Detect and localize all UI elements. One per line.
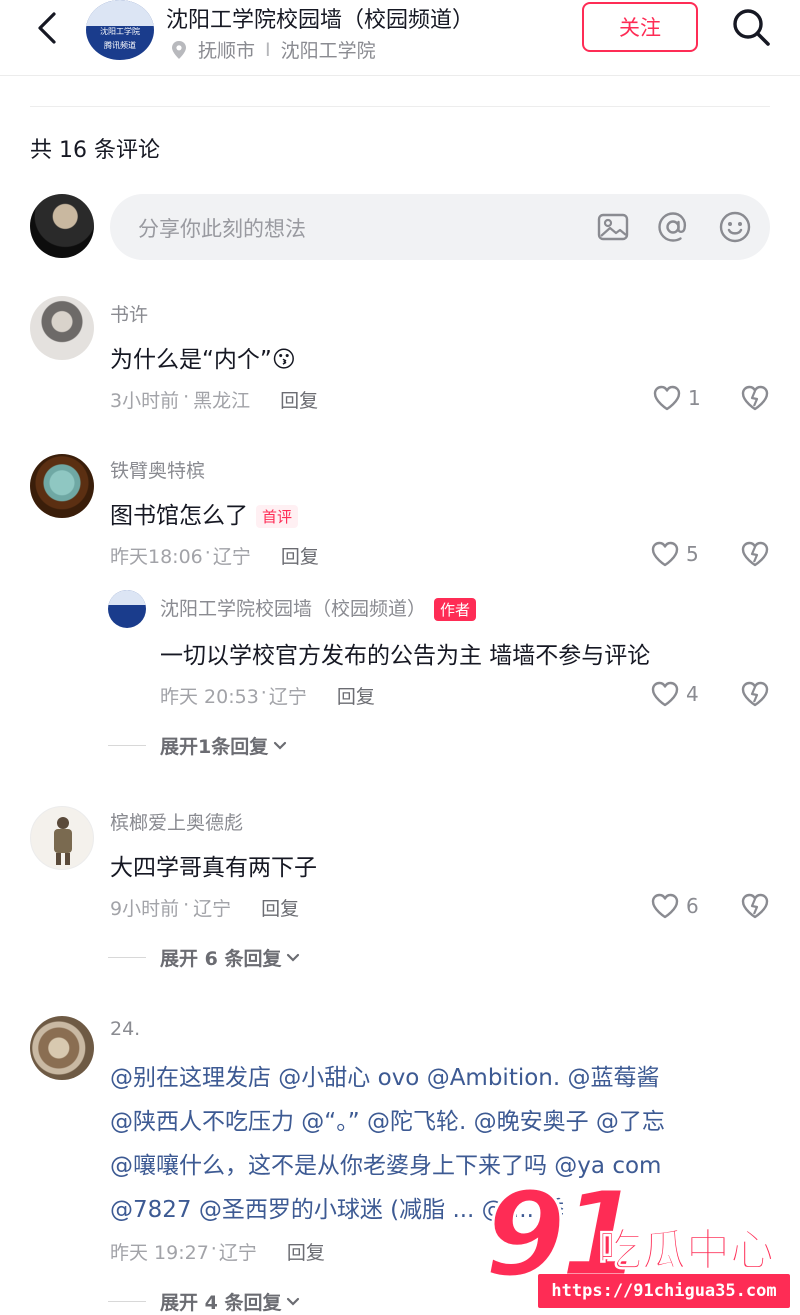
- channel-logo-text: 沈阳工学院: [100, 27, 140, 36]
- meta-dot: ·: [183, 894, 190, 916]
- like-count: 5: [686, 542, 699, 566]
- location-separator: I: [265, 38, 271, 61]
- watermark-url: https://91chigua35.com: [538, 1274, 790, 1308]
- comment-text-body: 为什么是“内个”: [110, 347, 272, 373]
- comment-text: 为什么是“内个”😗: [110, 340, 296, 374]
- location-city: 抚顺市: [198, 40, 256, 62]
- location-school: 沈阳工学院: [280, 40, 376, 62]
- watermark-logo-name: 吃瓜中心: [598, 1225, 775, 1277]
- channel-title[interactable]: 沈阳工学院校园墙（校园频道）: [166, 2, 474, 34]
- meta-dot: ·: [183, 386, 190, 408]
- back-arrow-icon[interactable]: [28, 8, 68, 48]
- heart-icon: [653, 385, 681, 411]
- comment-time: 9小时前: [110, 898, 180, 920]
- meta-dot: ·: [260, 682, 267, 704]
- dislike-icon[interactable]: [740, 384, 770, 412]
- reply-author-name[interactable]: 沈阳工学院校园墙（校园频道） 作者: [160, 594, 477, 621]
- header-bar: 沈阳工学院 腾讯频道 沈阳工学院校园墙（校园频道） 抚顺市 I 沈阳工学院 关注: [0, 0, 800, 76]
- follow-button[interactable]: 关注: [582, 2, 698, 52]
- expand-replies-button[interactable]: 展开 4 条回复: [108, 1288, 301, 1315]
- comments-count: 共 16 条评论: [30, 138, 160, 163]
- comment-time: 3小时前: [110, 390, 180, 412]
- comment-input-placeholder: 分享你此刻的想法: [138, 217, 306, 241]
- comment-region: 辽宁: [193, 898, 232, 920]
- reply-button[interactable]: 回复: [261, 894, 299, 921]
- comment-meta: 9小时前 · 辽宁 回复: [110, 894, 299, 921]
- comment-text: 大四学哥真有两下子: [110, 855, 317, 881]
- reply-author-name-text: 沈阳工学院校园墙（校园频道）: [160, 598, 427, 620]
- like-count: 6: [686, 894, 699, 918]
- channel-location[interactable]: 抚顺市 I 沈阳工学院: [170, 36, 376, 63]
- location-pin-icon: [172, 40, 186, 59]
- like-button[interactable]: 4: [650, 680, 699, 708]
- commenter-name[interactable]: 书许: [110, 300, 148, 327]
- comment-time: 昨天18:06: [110, 546, 203, 568]
- commenter-name[interactable]: 24.: [110, 1018, 140, 1040]
- mention-line[interactable]: @别在这理发店 @小甜心 ovo @Ambition. @蓝莓酱: [110, 1058, 660, 1092]
- divider: [30, 106, 770, 107]
- like-button[interactable]: 1: [652, 384, 701, 412]
- expand-replies-label: 展开1条回复: [160, 736, 269, 758]
- reply-text: 一切以学校官方发布的公告为主 墙墙不参与评论: [160, 643, 651, 669]
- expand-replies-label: 展开 6 条回复: [160, 948, 282, 970]
- comment-meta: 3小时前 · 黑龙江 回复: [110, 386, 318, 413]
- my-avatar[interactable]: [30, 194, 94, 258]
- expand-replies-button[interactable]: 展开1条回复: [108, 732, 288, 759]
- reply-time: 昨天 20:53: [160, 686, 259, 708]
- expand-line: [108, 1301, 146, 1302]
- mention-line[interactable]: @陕西人不吃压力 @“。” @陀飞轮. @晚安奥子 @了忘: [110, 1102, 665, 1136]
- comment-meta: 昨天 19:27 · 辽宁 回复: [110, 1238, 325, 1265]
- first-comment-badge: 首评: [256, 505, 299, 528]
- dislike-icon[interactable]: [740, 892, 770, 920]
- comment-region: 辽宁: [218, 1242, 257, 1264]
- commenter-avatar[interactable]: [30, 296, 94, 360]
- expand-replies-label: 展开 4 条回复: [160, 1292, 282, 1314]
- reply-button[interactable]: 回复: [337, 682, 375, 709]
- like-button[interactable]: 6: [650, 892, 699, 920]
- emoji-icon[interactable]: [718, 210, 752, 244]
- search-icon[interactable]: [730, 6, 772, 48]
- commenter-avatar[interactable]: [30, 1016, 94, 1080]
- comment-time: 昨天 19:27: [110, 1242, 209, 1264]
- heart-icon: [651, 893, 679, 919]
- image-icon[interactable]: [596, 210, 630, 244]
- chevron-down-icon: [274, 741, 287, 750]
- comment-region: 辽宁: [212, 546, 251, 568]
- reply-button[interactable]: 回复: [281, 542, 319, 569]
- dislike-icon[interactable]: [740, 540, 770, 568]
- comment-text-body: 图书馆怎么了: [110, 503, 248, 529]
- expand-line: [108, 957, 146, 958]
- commenter-avatar[interactable]: [30, 454, 94, 518]
- meta-dot: ·: [204, 542, 211, 564]
- heart-icon: [651, 681, 679, 707]
- chevron-down-icon: [287, 953, 300, 962]
- reply-button[interactable]: 回复: [280, 386, 318, 413]
- kiss-emoji-icon: 😗: [271, 347, 296, 373]
- reply-region: 辽宁: [268, 686, 307, 708]
- reply-author-avatar[interactable]: [108, 590, 146, 628]
- expand-line: [108, 745, 146, 746]
- like-count: 1: [688, 386, 701, 410]
- comment-region: 黑龙江: [193, 390, 251, 412]
- comment-text: 图书馆怎么了 首评: [110, 496, 299, 530]
- channel-logo-badge: 腾讯频道: [104, 41, 136, 50]
- author-badge: 作者: [434, 598, 477, 621]
- heart-icon: [651, 541, 679, 567]
- reply-meta: 昨天 20:53 · 辽宁 回复: [160, 682, 375, 709]
- meta-dot: ·: [210, 1238, 217, 1260]
- dislike-icon[interactable]: [740, 680, 770, 708]
- chevron-down-icon: [287, 1297, 300, 1306]
- expand-replies-button[interactable]: 展开 6 条回复: [108, 944, 301, 971]
- like-button[interactable]: 5: [650, 540, 699, 568]
- comment-meta: 昨天18:06 · 辽宁 回复: [110, 542, 319, 569]
- like-count: 4: [686, 682, 699, 706]
- comment-input[interactable]: 分享你此刻的想法: [110, 194, 770, 260]
- reply-button[interactable]: 回复: [287, 1238, 325, 1265]
- commenter-name[interactable]: 槟榔爱上奥德彪: [110, 808, 243, 835]
- commenter-avatar[interactable]: [30, 806, 94, 870]
- commenter-name[interactable]: 铁臂奥特槟: [110, 456, 205, 483]
- at-mention-icon[interactable]: [656, 210, 690, 244]
- channel-avatar[interactable]: 沈阳工学院 腾讯频道: [86, 0, 154, 60]
